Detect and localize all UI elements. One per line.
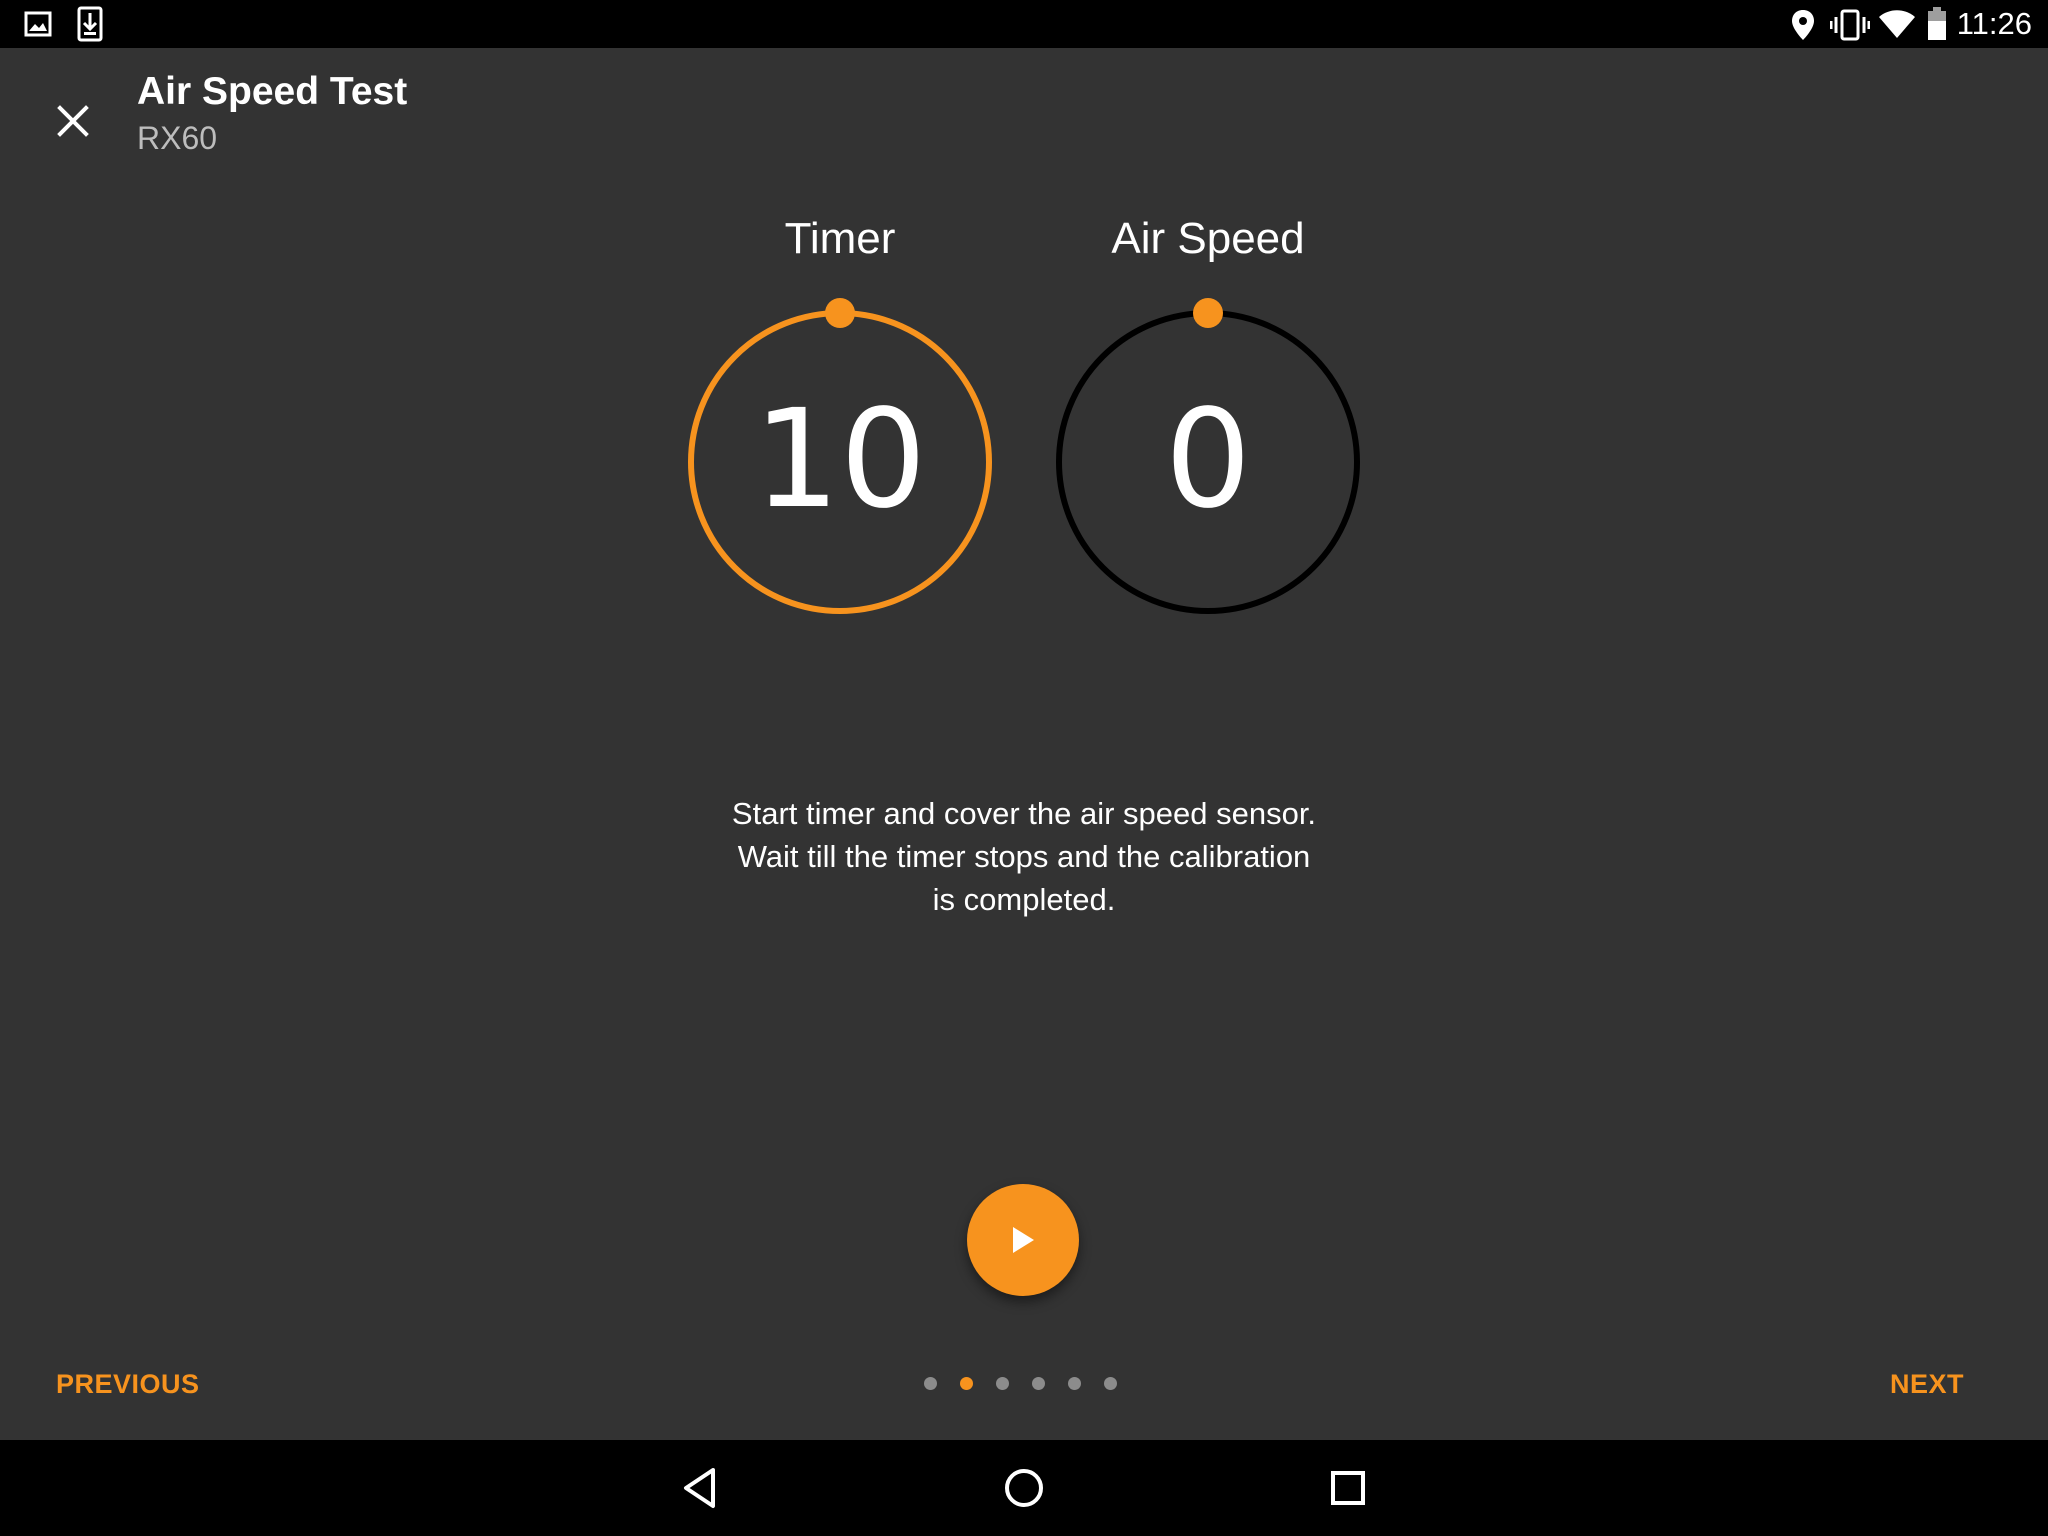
page-dot <box>996 1377 1009 1390</box>
gauge-knob <box>825 298 855 328</box>
close-icon <box>57 105 89 137</box>
status-bar: 11:26 <box>0 0 2048 48</box>
timer-gauge: 10 <box>680 290 1000 630</box>
gauge-knob <box>1193 298 1223 328</box>
page-dot <box>1068 1377 1081 1390</box>
home-button[interactable] <box>988 1456 1060 1520</box>
air-speed-gauge: 0 <box>1048 290 1368 630</box>
back-button[interactable] <box>664 1456 736 1520</box>
app-bar: Air Speed Test RX60 <box>0 48 2048 178</box>
page-dot <box>1032 1377 1045 1390</box>
page-indicator <box>924 1377 1124 1391</box>
wifi-icon <box>1879 10 1915 38</box>
recents-icon <box>1331 1471 1365 1505</box>
navigation-bar <box>0 1440 2048 1536</box>
page-dot <box>960 1377 973 1390</box>
download-icon <box>77 6 103 42</box>
vibrate-icon <box>1830 9 1870 41</box>
previous-button[interactable]: PREVIOUS <box>56 1366 200 1402</box>
image-icon <box>24 11 52 37</box>
status-time: 11:26 <box>1956 6 2032 41</box>
page-title: Air Speed Test <box>137 70 408 113</box>
air-speed-value: 0 <box>1164 381 1252 539</box>
location-icon <box>1792 10 1814 40</box>
home-icon <box>1005 1469 1043 1507</box>
back-icon <box>684 1468 715 1508</box>
instructions-text: Start timer and cover the air speed sens… <box>731 796 1317 917</box>
next-button[interactable]: NEXT <box>1890 1366 1964 1402</box>
page-dot <box>1104 1377 1117 1390</box>
close-button[interactable] <box>40 88 106 154</box>
play-button[interactable] <box>967 1184 1079 1296</box>
play-icon <box>1013 1227 1034 1253</box>
battery-icon <box>1928 7 1946 40</box>
timer-label: Timer <box>784 214 896 263</box>
timer-value: 10 <box>753 381 927 539</box>
page-dot <box>924 1377 937 1390</box>
recents-button[interactable] <box>1312 1456 1384 1520</box>
page-subtitle: RX60 <box>137 120 218 156</box>
air-speed-label: Air Speed <box>1111 214 1305 263</box>
